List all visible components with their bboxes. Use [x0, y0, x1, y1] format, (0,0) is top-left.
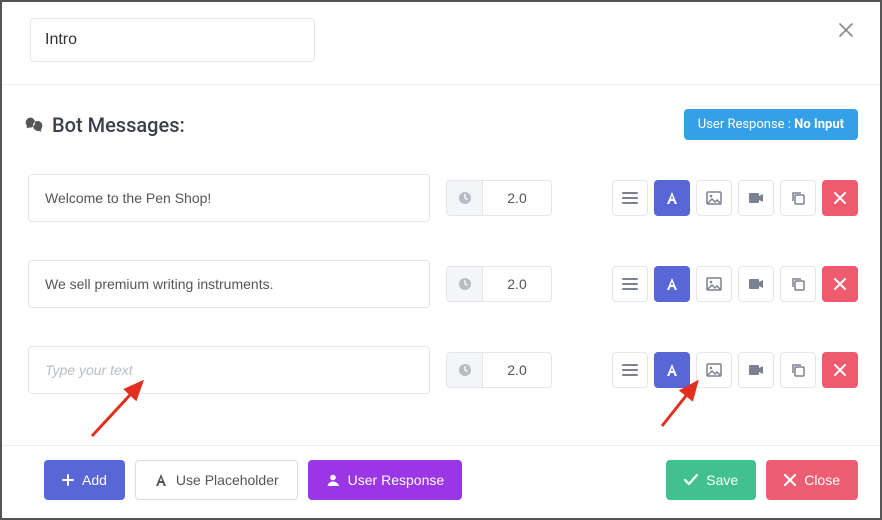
- use-placeholder-button[interactable]: Use Placeholder: [135, 460, 298, 500]
- text-type-button[interactable]: [654, 266, 690, 302]
- delete-button[interactable]: [822, 352, 858, 388]
- clock-icon: [446, 352, 482, 388]
- message-row: [28, 346, 858, 394]
- chat-icon: [24, 115, 44, 135]
- clock-icon: [446, 266, 482, 302]
- plus-icon: [62, 474, 74, 486]
- video-type-button[interactable]: [738, 180, 774, 216]
- close-icon[interactable]: [834, 18, 858, 42]
- message-text-input[interactable]: [28, 346, 430, 394]
- copy-button[interactable]: [780, 352, 816, 388]
- copy-button[interactable]: [780, 180, 816, 216]
- user-response-label: User Response: [348, 472, 445, 488]
- drag-handle-icon[interactable]: [612, 180, 648, 216]
- drag-handle-icon[interactable]: [612, 352, 648, 388]
- clock-icon: [446, 180, 482, 216]
- message-text-input[interactable]: [28, 260, 430, 308]
- image-type-button[interactable]: [696, 180, 732, 216]
- delay-input[interactable]: [482, 352, 552, 388]
- image-type-button[interactable]: [696, 266, 732, 302]
- user-response-badge[interactable]: User Response : No Input: [684, 109, 858, 140]
- close-icon: [784, 474, 796, 486]
- message-row: [28, 260, 858, 308]
- save-label: Save: [706, 472, 738, 488]
- delete-button[interactable]: [822, 266, 858, 302]
- use-placeholder-label: Use Placeholder: [176, 472, 279, 488]
- video-type-button[interactable]: [738, 266, 774, 302]
- add-label: Add: [82, 472, 107, 488]
- section-title-text: Bot Messages:: [52, 113, 185, 137]
- text-type-button[interactable]: [654, 180, 690, 216]
- font-icon: [154, 473, 168, 487]
- delay-input[interactable]: [482, 266, 552, 302]
- image-type-button[interactable]: [696, 352, 732, 388]
- video-type-button[interactable]: [738, 352, 774, 388]
- add-button[interactable]: Add: [44, 460, 125, 500]
- delay-input[interactable]: [482, 180, 552, 216]
- block-title-input[interactable]: [30, 18, 315, 62]
- check-icon: [684, 474, 698, 486]
- text-type-button[interactable]: [654, 352, 690, 388]
- copy-button[interactable]: [780, 266, 816, 302]
- badge-label: User Response :: [698, 117, 791, 132]
- message-row: [28, 174, 858, 222]
- section-title: Bot Messages:: [24, 113, 185, 137]
- user-response-button[interactable]: User Response: [308, 460, 463, 500]
- delete-button[interactable]: [822, 180, 858, 216]
- user-icon: [326, 473, 340, 487]
- drag-handle-icon[interactable]: [612, 266, 648, 302]
- close-button[interactable]: Close: [766, 460, 858, 500]
- message-text-input[interactable]: [28, 174, 430, 222]
- close-label: Close: [804, 472, 840, 488]
- badge-value: No Input: [794, 117, 844, 132]
- save-button[interactable]: Save: [666, 460, 756, 500]
